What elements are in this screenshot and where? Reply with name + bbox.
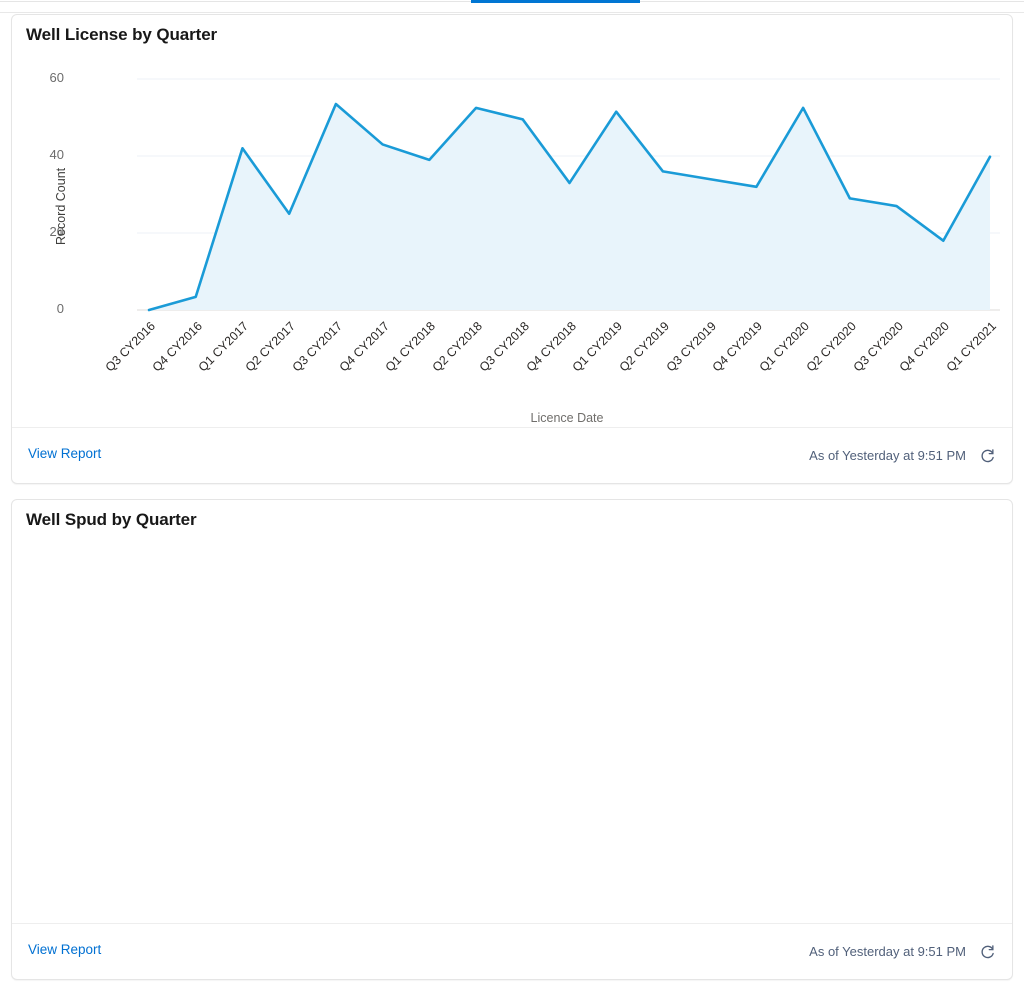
view-report-link-well-spud[interactable]: View Report bbox=[28, 942, 101, 957]
y-axis-tick-label: 40 bbox=[49, 147, 64, 162]
card-footer-well-spud: View Report As of Yesterday at 9:51 PM bbox=[12, 923, 1012, 979]
y-axis-title: Record Count bbox=[54, 167, 68, 245]
chart-plot-area bbox=[137, 78, 1000, 312]
x-axis-tick-label: Q1 CY2018 bbox=[382, 319, 439, 375]
x-axis-tick-label: Q4 CY2020 bbox=[896, 319, 953, 375]
chart-area-fill bbox=[149, 104, 990, 311]
tab-strip bbox=[0, 0, 1024, 4]
x-axis-tick-label: Q1 CY2017 bbox=[196, 319, 252, 375]
dashboard-card-well-spud: Well Spud by Quarter 01020304050Record C… bbox=[11, 499, 1013, 980]
dashboard-card-well-license: Well License by Quarter 0 20 40 60 Record Co… bbox=[11, 14, 1013, 484]
card-footer-well-license: View Report As of Yesterday at 9:51 PM bbox=[12, 427, 1012, 483]
header-divider bbox=[0, 12, 1024, 13]
x-axis-tick-label: Q1 CY2019 bbox=[569, 319, 626, 375]
x-axis-tick-label: Q3 CY2016 bbox=[102, 319, 158, 375]
y-axis-tick-label: 60 bbox=[49, 70, 64, 85]
x-axis-title: Licence Date bbox=[530, 411, 604, 425]
x-axis-tick-label: Q4 CY2019 bbox=[709, 319, 766, 375]
active-tab-indicator[interactable] bbox=[471, 0, 640, 3]
x-axis-tick-label: Q4 CY2018 bbox=[523, 319, 579, 375]
refresh-icon[interactable] bbox=[976, 940, 998, 962]
y-axis-tick-label: 0 bbox=[56, 301, 64, 316]
chart-plot-area bbox=[12, 500, 1012, 992]
view-report-link-well-license[interactable]: View Report bbox=[28, 446, 101, 461]
dashboard-page: Well License by Quarter 0 20 40 60 Record Co… bbox=[0, 0, 1024, 992]
refresh-icon[interactable] bbox=[976, 444, 998, 466]
as-of-timestamp-well-spud: As of Yesterday at 9:51 PM bbox=[809, 944, 966, 959]
as-of-timestamp-well-license: As of Yesterday at 9:51 PM bbox=[809, 448, 966, 463]
